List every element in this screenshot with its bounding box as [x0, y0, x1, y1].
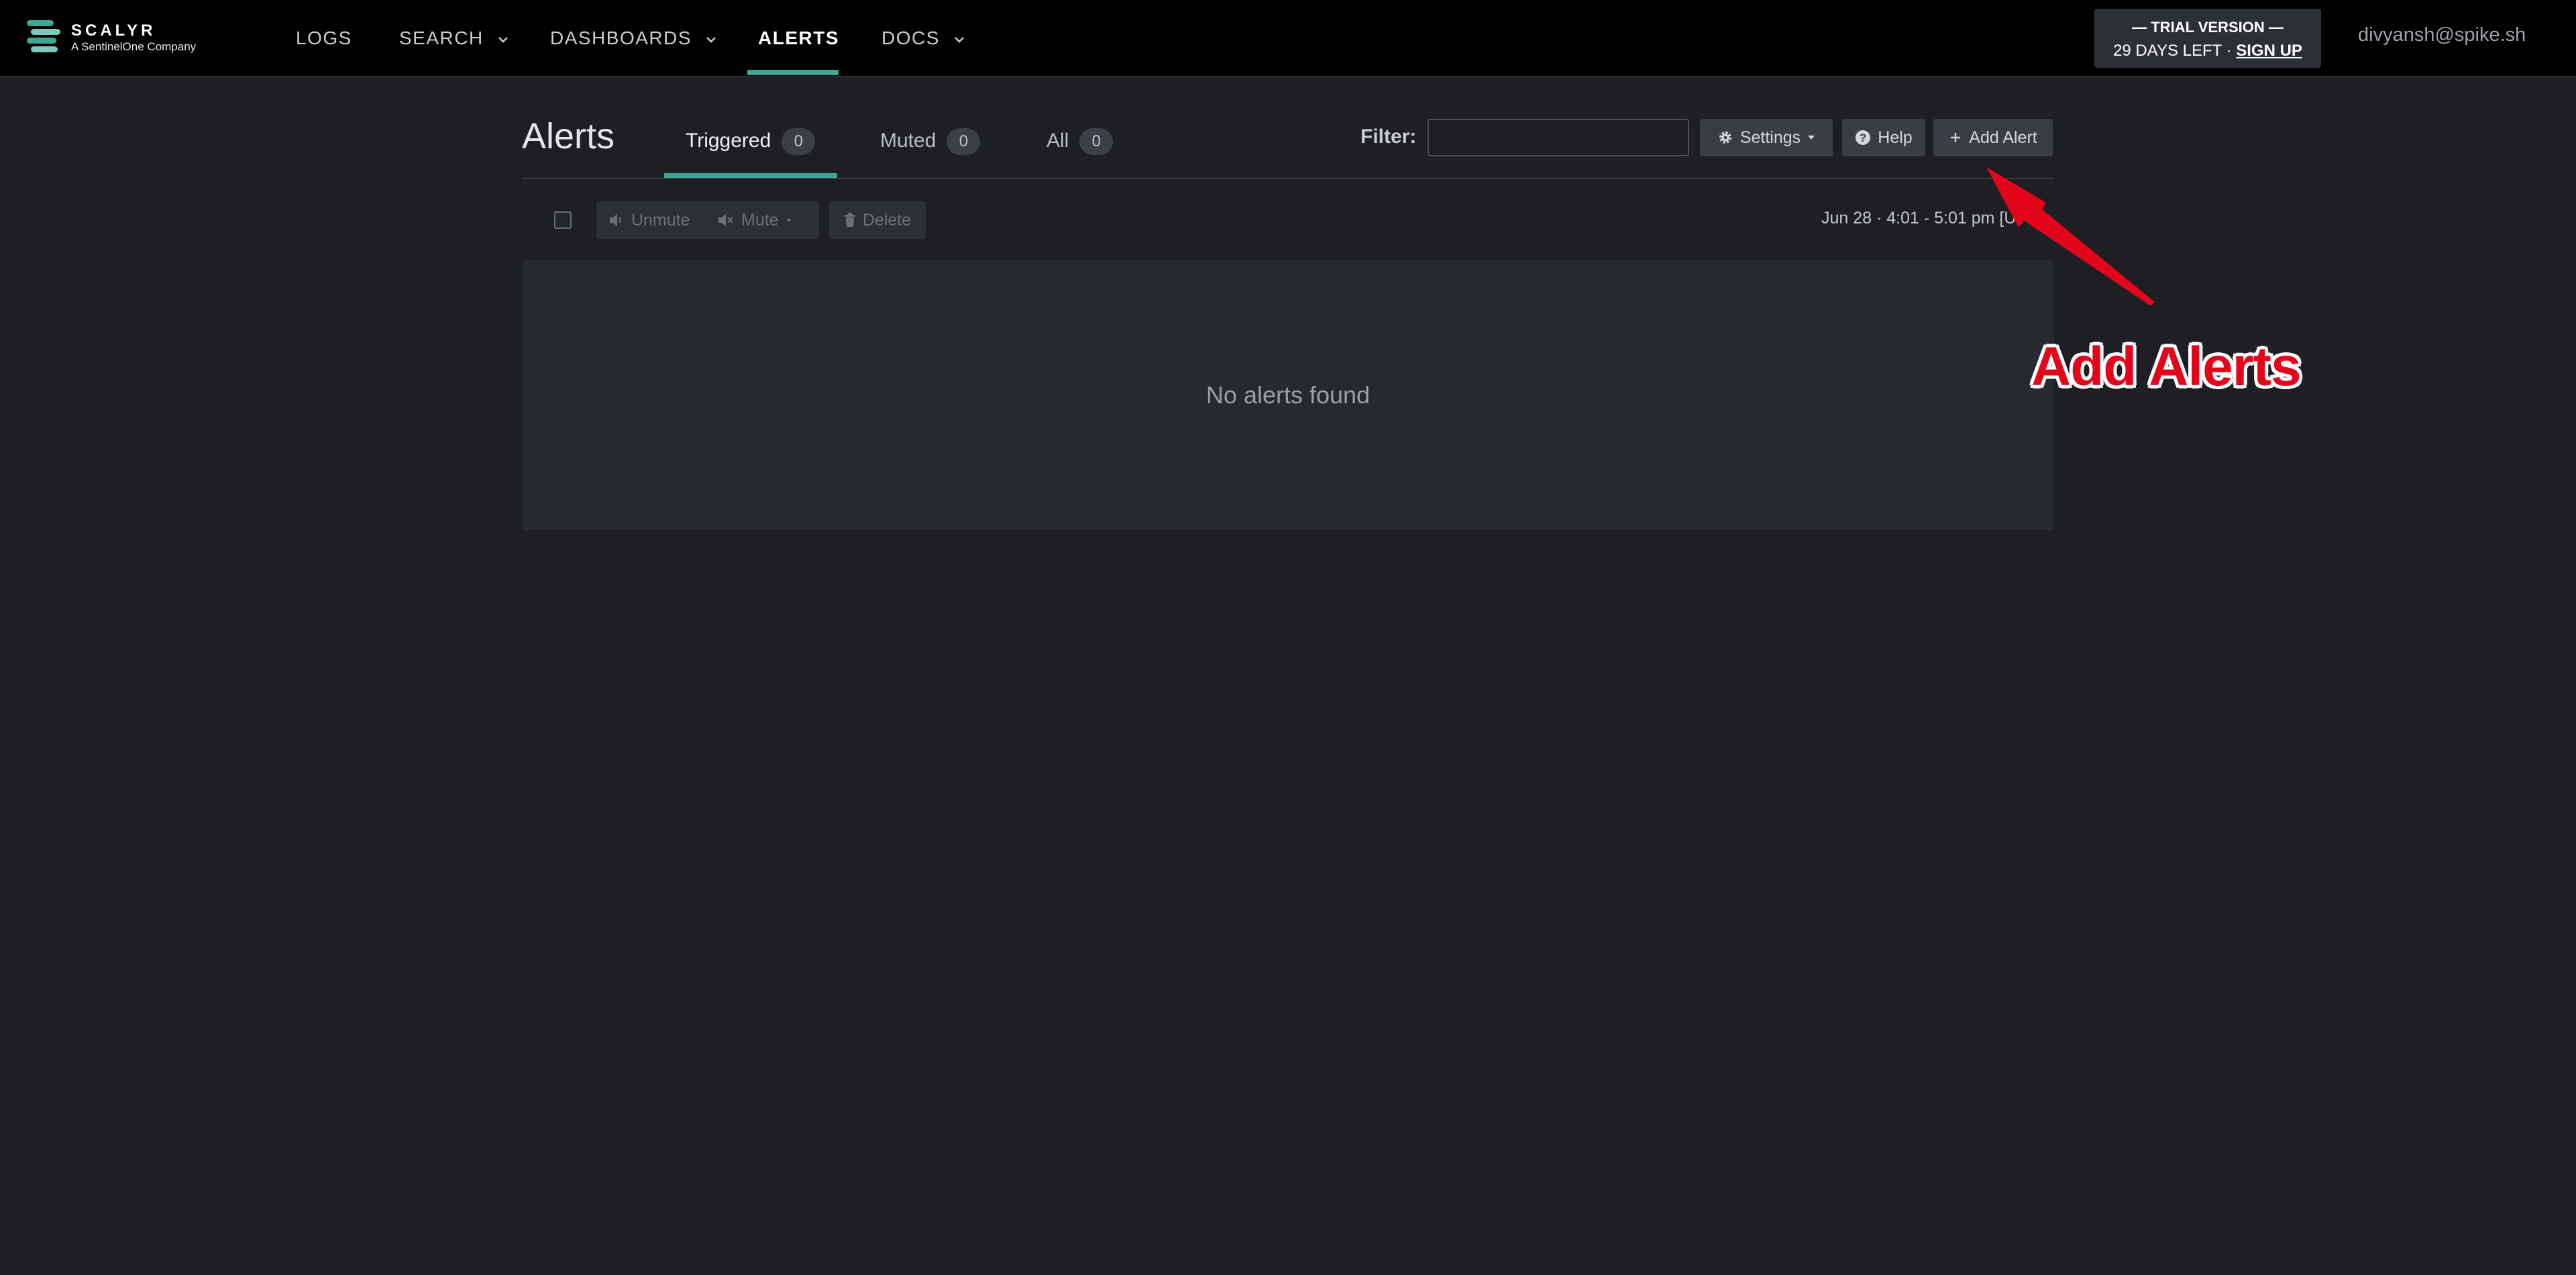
tab-muted[interactable]: Muted 0	[880, 121, 981, 161]
brand-tagline: A SentinelOne Company	[71, 40, 197, 53]
filter-label: Filter:	[1360, 125, 1417, 148]
trial-banner: — TRIAL VERSION — 29 DAYS LEFT · SIGN UP	[2094, 9, 2321, 68]
tab-triggered-count: 0	[782, 128, 816, 156]
nav-logs-label: LOGS	[296, 28, 352, 48]
nav-docs[interactable]: DOCS	[881, 0, 965, 76]
help-button[interactable]: ? Help	[1842, 119, 1925, 156]
trash-icon	[844, 213, 855, 227]
trial-days-left: 29 DAYS LEFT · SIGN UP	[2094, 42, 2321, 60]
nav-alerts-label: ALERTS	[758, 28, 839, 48]
nav-search[interactable]: SEARCH	[399, 0, 508, 76]
caret-down-icon	[1808, 136, 1815, 140]
select-all-checkbox[interactable]	[554, 211, 572, 229]
tab-all-count: 0	[1079, 128, 1114, 156]
nav-dashboards[interactable]: DASHBOARDS	[550, 0, 716, 76]
user-menu[interactable]: divyansh@spike.sh	[2358, 24, 2526, 46]
annotation-label: Add Alerts	[2031, 336, 2302, 397]
trial-days-text: 29 DAYS LEFT ·	[2113, 42, 2232, 60]
help-label: Help	[1878, 128, 1913, 147]
add-alert-label: Add Alert	[1969, 128, 2037, 147]
empty-state-message: No alerts found	[1205, 381, 1371, 409]
plus-icon	[1951, 133, 1961, 142]
svg-text:?: ?	[1860, 132, 1866, 144]
settings-button[interactable]: Settings	[1700, 119, 1833, 156]
mute-button[interactable]: Mute	[717, 201, 792, 239]
page-title: Alerts	[522, 116, 615, 156]
mute-button-group: Unmute Mute	[596, 201, 819, 239]
trial-title: — TRIAL VERSION —	[2132, 19, 2284, 36]
chevron-down-icon	[498, 36, 508, 43]
mute-label: Mute	[741, 210, 779, 230]
speaker-on-icon	[610, 214, 621, 226]
chevron-down-icon	[955, 36, 965, 43]
annotation-arrow-icon	[1986, 167, 2155, 306]
top-navigation-bar: SCALYR A SentinelOne Company LOGS SEARCH…	[0, 0, 2576, 77]
chevron-down-icon	[706, 36, 716, 43]
alerts-list-panel: No alerts found	[522, 260, 2054, 530]
tab-muted-count: 0	[947, 128, 981, 156]
add-alert-button[interactable]: Add Alert	[1933, 119, 2053, 156]
tab-triggered-label: Triggered	[686, 130, 771, 152]
unmute-button[interactable]: Unmute	[608, 201, 690, 239]
tab-triggered[interactable]: Triggered 0	[686, 121, 816, 161]
unmute-label: Unmute	[631, 210, 690, 230]
delete-label: Delete	[862, 210, 912, 230]
sign-up-link[interactable]: SIGN UP	[2236, 42, 2302, 60]
nav-dashboards-label: DASHBOARDS	[550, 28, 692, 48]
question-circle-icon: ?	[1856, 130, 1871, 145]
delete-button[interactable]: Delete	[829, 201, 926, 239]
tab-all-label: All	[1046, 130, 1069, 152]
scalyr-logo-icon	[27, 20, 60, 52]
caret-down-icon	[786, 218, 792, 222]
nav-docs-label: DOCS	[881, 28, 940, 48]
tab-muted-label: Muted	[880, 130, 936, 152]
tab-all[interactable]: All 0	[1046, 121, 1114, 161]
settings-label: Settings	[1739, 128, 1801, 147]
filter-input[interactable]	[1428, 119, 1689, 156]
nav-logs[interactable]: LOGS	[296, 0, 352, 76]
nav-active-indicator	[747, 70, 839, 75]
speaker-muted-icon	[718, 214, 733, 226]
nav-alerts[interactable]: ALERTS	[758, 0, 839, 76]
header-divider	[522, 178, 2054, 179]
nav-search-label: SEARCH	[399, 28, 484, 48]
brand-name: SCALYR	[71, 21, 156, 40]
gear-icon	[1719, 132, 1731, 144]
scalyr-logo[interactable]: SCALYR A SentinelOne Company	[27, 19, 228, 59]
